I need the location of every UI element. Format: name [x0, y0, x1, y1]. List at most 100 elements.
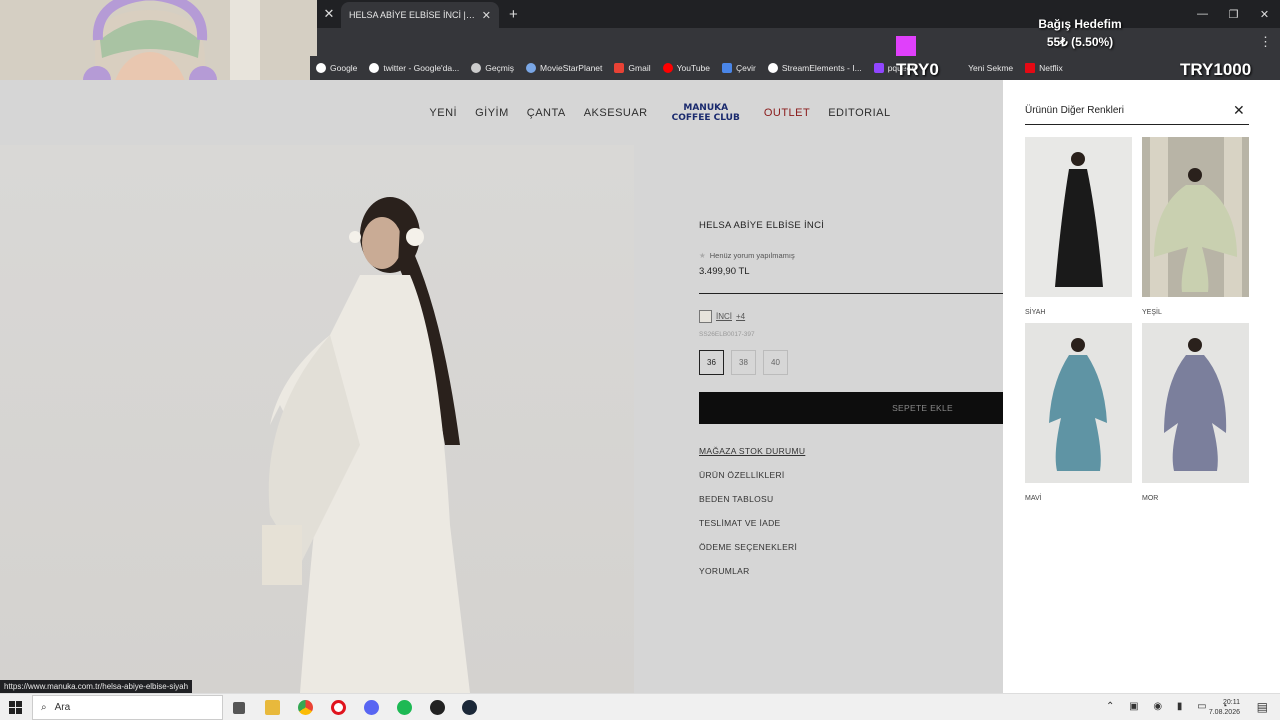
size-option[interactable]: 38 [731, 350, 756, 375]
reviews-link[interactable]: YORUMLAR [699, 566, 1003, 590]
color-selector[interactable]: İNCİ +4 [699, 310, 1003, 323]
product-sku: SS26ELB0017-397 [699, 331, 755, 338]
review-summary[interactable]: ★ Henüz yorum yapılmamış [699, 251, 1003, 260]
restore-icon[interactable]: ❐ [1218, 0, 1249, 28]
size-option[interactable]: 36 [699, 350, 724, 375]
file-explorer-icon[interactable] [265, 700, 280, 715]
window-controls: — ❐ ✕ [1187, 0, 1280, 28]
streamelements-icon [767, 63, 778, 73]
color-card-black[interactable]: SİYAH [1025, 137, 1132, 316]
bookmark-twitter[interactable]: twitter - Google'da... [369, 63, 459, 73]
product-links: MAĞAZA STOK DURUMU ÜRÜN ÖZELLİKLERİ BEDE… [699, 446, 1003, 590]
color-label: MOR [1142, 495, 1159, 502]
twitch-icon [873, 63, 884, 73]
close-window-icon[interactable]: ✕ [1249, 0, 1280, 28]
opera-icon[interactable] [331, 700, 346, 715]
delivery-return-link[interactable]: TESLİMAT VE İADE [699, 518, 1003, 542]
nav-item-clothing[interactable]: GİYİM [475, 107, 509, 119]
size-option[interactable]: 40 [763, 350, 788, 375]
search-placeholder: Ara [54, 702, 71, 713]
product-thumbnail [1142, 323, 1249, 483]
nav-item-accessory[interactable]: AKSESUAR [584, 107, 648, 119]
new-tab-icon[interactable]: + [509, 6, 518, 23]
color-label: SİYAH [1025, 309, 1046, 316]
product-thumbnail [1025, 323, 1132, 483]
store-stock-link[interactable]: MAĞAZA STOK DURUMU [699, 446, 1003, 470]
divider [699, 293, 1003, 294]
msp-icon [526, 63, 537, 73]
obs-icon[interactable] [430, 700, 445, 715]
bookmark-translate[interactable]: Çevir [722, 63, 756, 73]
task-view-icon[interactable] [233, 702, 245, 714]
donation-title: Bağış Hedefim [1038, 17, 1122, 31]
taskbar: ⌕ Ara ⌃ ▣ ◉ ▮ ▭ ◔ 20:11 7.08.2026 ▤ [0, 693, 1280, 720]
product-photo [0, 145, 634, 693]
add-to-cart-button[interactable]: SEPETE EKLE [699, 392, 1003, 424]
discord-icon[interactable] [364, 700, 379, 715]
bookmark-streamelements[interactable]: StreamElements - I... [767, 63, 862, 73]
netflix-icon [1025, 63, 1036, 73]
notification-icon[interactable]: ▤ [1257, 700, 1268, 714]
bookmark-history[interactable]: Geçmiş [471, 63, 514, 73]
google-icon [369, 63, 380, 73]
donation-value: 55₺ (5.50%) [1046, 35, 1114, 49]
bookmark-gmail[interactable]: Gmail [614, 63, 651, 73]
history-icon [471, 63, 482, 73]
bookmark-google[interactable]: Google [316, 63, 357, 73]
close-tab-icon[interactable]: ✕ [482, 9, 491, 22]
search-icon: ⌕ [41, 702, 47, 713]
site-logo[interactable]: MANUKA COFFEE CLUB [672, 103, 740, 123]
gmail-icon [614, 63, 625, 73]
color-card-green[interactable]: YEŞİL [1142, 137, 1249, 316]
bookmark-youtube[interactable]: YouTube [662, 63, 710, 73]
status-url: https://www.manuka.com.tr/helsa-abiye-el… [0, 680, 193, 693]
size-chart-link[interactable]: BEDEN TABLOSU [699, 494, 1003, 518]
tab-active[interactable]: HELSA ABİYE ELBİSE İNCİ | Mar ✕ [341, 2, 499, 28]
bookmark-msp[interactable]: MovieStarPlanet [526, 63, 602, 73]
product-name: HELSA ABİYE ELBİSE İNCİ [699, 220, 825, 231]
nav-item-new[interactable]: YENİ [429, 107, 457, 119]
taskbar-search[interactable]: ⌕ Ara [32, 695, 223, 720]
nav-item-editorial[interactable]: EDITORIAL [828, 107, 890, 119]
google-icon [316, 63, 326, 73]
product-price: 3.499,90 TL [699, 266, 750, 277]
tab-close-icon[interactable]: ✕ [317, 6, 341, 22]
donation-goal: Bağış Hedefim 55₺ (5.50%) [1000, 17, 1160, 49]
color-card-purple[interactable]: MOR [1142, 323, 1249, 502]
product-thumbnail [1025, 137, 1132, 297]
windows-start-icon[interactable] [9, 701, 22, 714]
bookmark-new-tab[interactable]: Yeni Sekme [968, 63, 1013, 73]
website: YENİ GİYİM ÇANTA AKSESUAR MANUKA COFFEE … [0, 80, 1003, 693]
more-colors-link[interactable]: +4 [736, 312, 745, 321]
menu-dots-icon[interactable]: ⋮ [1259, 34, 1272, 50]
nav-item-outlet[interactable]: OUTLET [764, 107, 810, 119]
bookmark-netflix[interactable]: Netflix [1025, 63, 1063, 73]
nav-item-bag[interactable]: ÇANTA [527, 107, 566, 119]
main-nav: YENİ GİYİM ÇANTA AKSESUAR MANUKA COFFEE … [317, 80, 1003, 145]
chrome-icon[interactable] [298, 700, 313, 715]
steam-icon[interactable] [462, 700, 477, 715]
product-features-link[interactable]: ÜRÜN ÖZELLİKLERİ [699, 470, 1003, 494]
clock[interactable]: 20:11 7.08.2026 [1209, 698, 1240, 718]
translate-icon [722, 63, 733, 73]
donation-progress-fill [896, 36, 916, 56]
tab-title: HELSA ABİYE ELBİSE İNCİ | Mar [349, 10, 476, 20]
youtube-icon [662, 63, 673, 73]
payment-options-link[interactable]: ÖDEME SEÇENEKLERİ [699, 542, 1003, 566]
close-icon[interactable]: ✕ [1233, 102, 1245, 119]
other-colors-panel: Ürünün Diğer Renkleri ✕ SİYAH YEŞİL MAVİ… [1003, 80, 1280, 693]
product-thumbnail [1142, 137, 1249, 297]
screen: ✕ HELSA ABİYE ELBİSE İNCİ | Mar ✕ + — ❐ … [0, 0, 1280, 720]
color-label: MAVİ [1025, 495, 1042, 502]
goal-max: TRY1000 [1180, 60, 1252, 79]
panel-title: Ürünün Diğer Renkleri [1025, 105, 1124, 116]
color-swatch[interactable] [699, 310, 712, 323]
color-name: İNCİ [716, 312, 732, 321]
minimize-icon[interactable]: — [1187, 0, 1218, 28]
bookmarks-bar: Google twitter - Google'da... Geçmiş Mov… [310, 56, 1280, 80]
model-image [262, 197, 470, 693]
color-card-blue[interactable]: MAVİ [1025, 323, 1132, 502]
goal-min: TRY0 [896, 60, 939, 79]
spotify-icon[interactable] [397, 700, 412, 715]
size-selector: 36 38 40 [699, 350, 1003, 375]
